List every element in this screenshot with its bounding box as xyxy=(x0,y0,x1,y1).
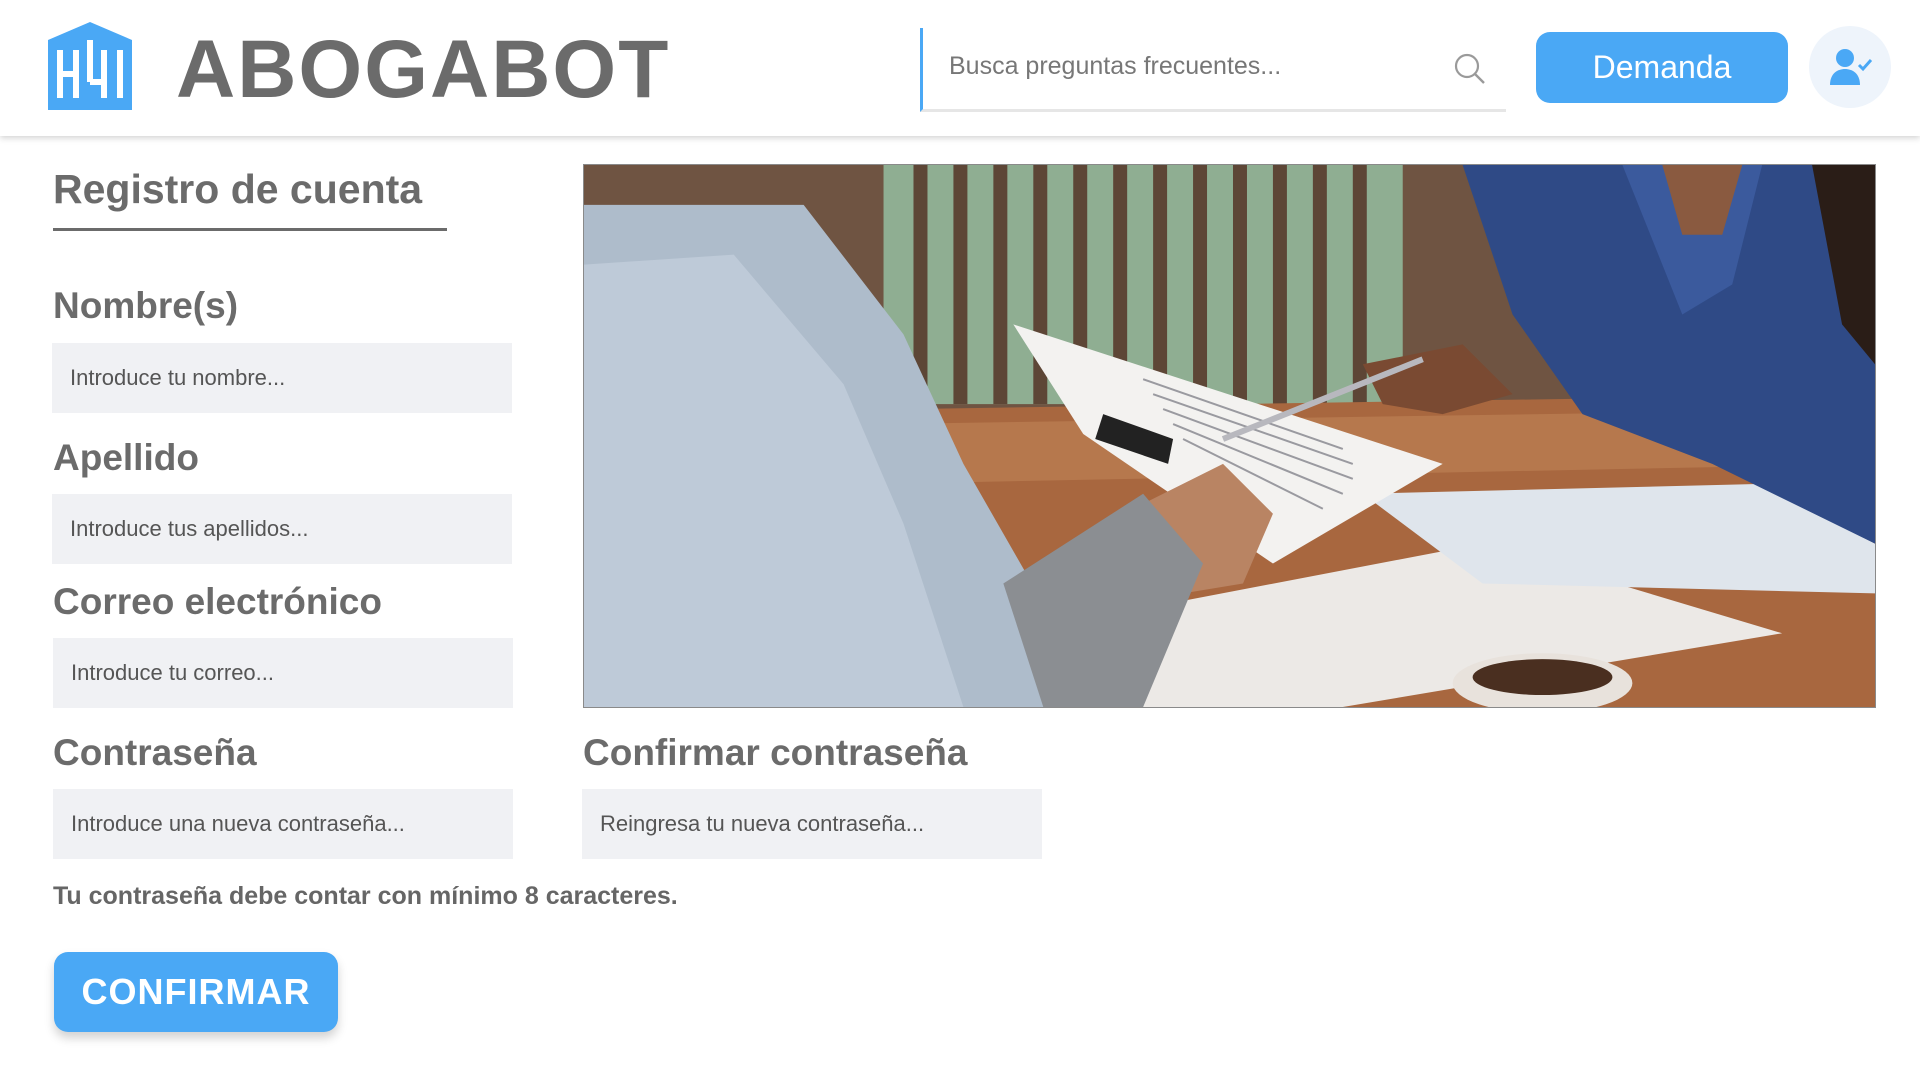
search-icon[interactable] xyxy=(1453,52,1487,86)
contract-review-photo xyxy=(584,165,1875,707)
confirm-button[interactable]: CONFIRMAR xyxy=(54,952,338,1032)
confirm-password-field[interactable] xyxy=(582,789,1042,859)
apellido-label: Apellido xyxy=(53,437,199,478)
building-logo-icon[interactable] xyxy=(44,20,136,112)
apellido-input[interactable] xyxy=(52,494,512,564)
top-navbar: ABOGABOT Demanda xyxy=(0,0,1920,136)
password-field[interactable] xyxy=(53,789,513,859)
nombre-label: Nombre(s) xyxy=(53,285,239,326)
confirmar-label: Confirmar contraseña xyxy=(583,732,968,773)
form-title: Registro de cuenta xyxy=(53,166,423,212)
user-avatar-button[interactable] xyxy=(1809,26,1891,108)
email-field[interactable] xyxy=(53,638,513,708)
contrasena-label: Contraseña xyxy=(53,732,257,773)
user-check-icon xyxy=(1830,49,1872,85)
hero-photo xyxy=(583,164,1876,708)
demanda-button[interactable]: Demanda xyxy=(1536,32,1788,103)
title-underline xyxy=(53,228,447,231)
brand-name[interactable]: ABOGABOT xyxy=(176,24,670,116)
search-bar xyxy=(920,28,1506,112)
correo-label: Correo electrónico xyxy=(53,581,382,622)
search-input[interactable] xyxy=(949,46,1429,86)
nombre-input[interactable] xyxy=(52,343,512,413)
password-hint: Tu contraseña debe contar con mínimo 8 c… xyxy=(53,882,678,910)
